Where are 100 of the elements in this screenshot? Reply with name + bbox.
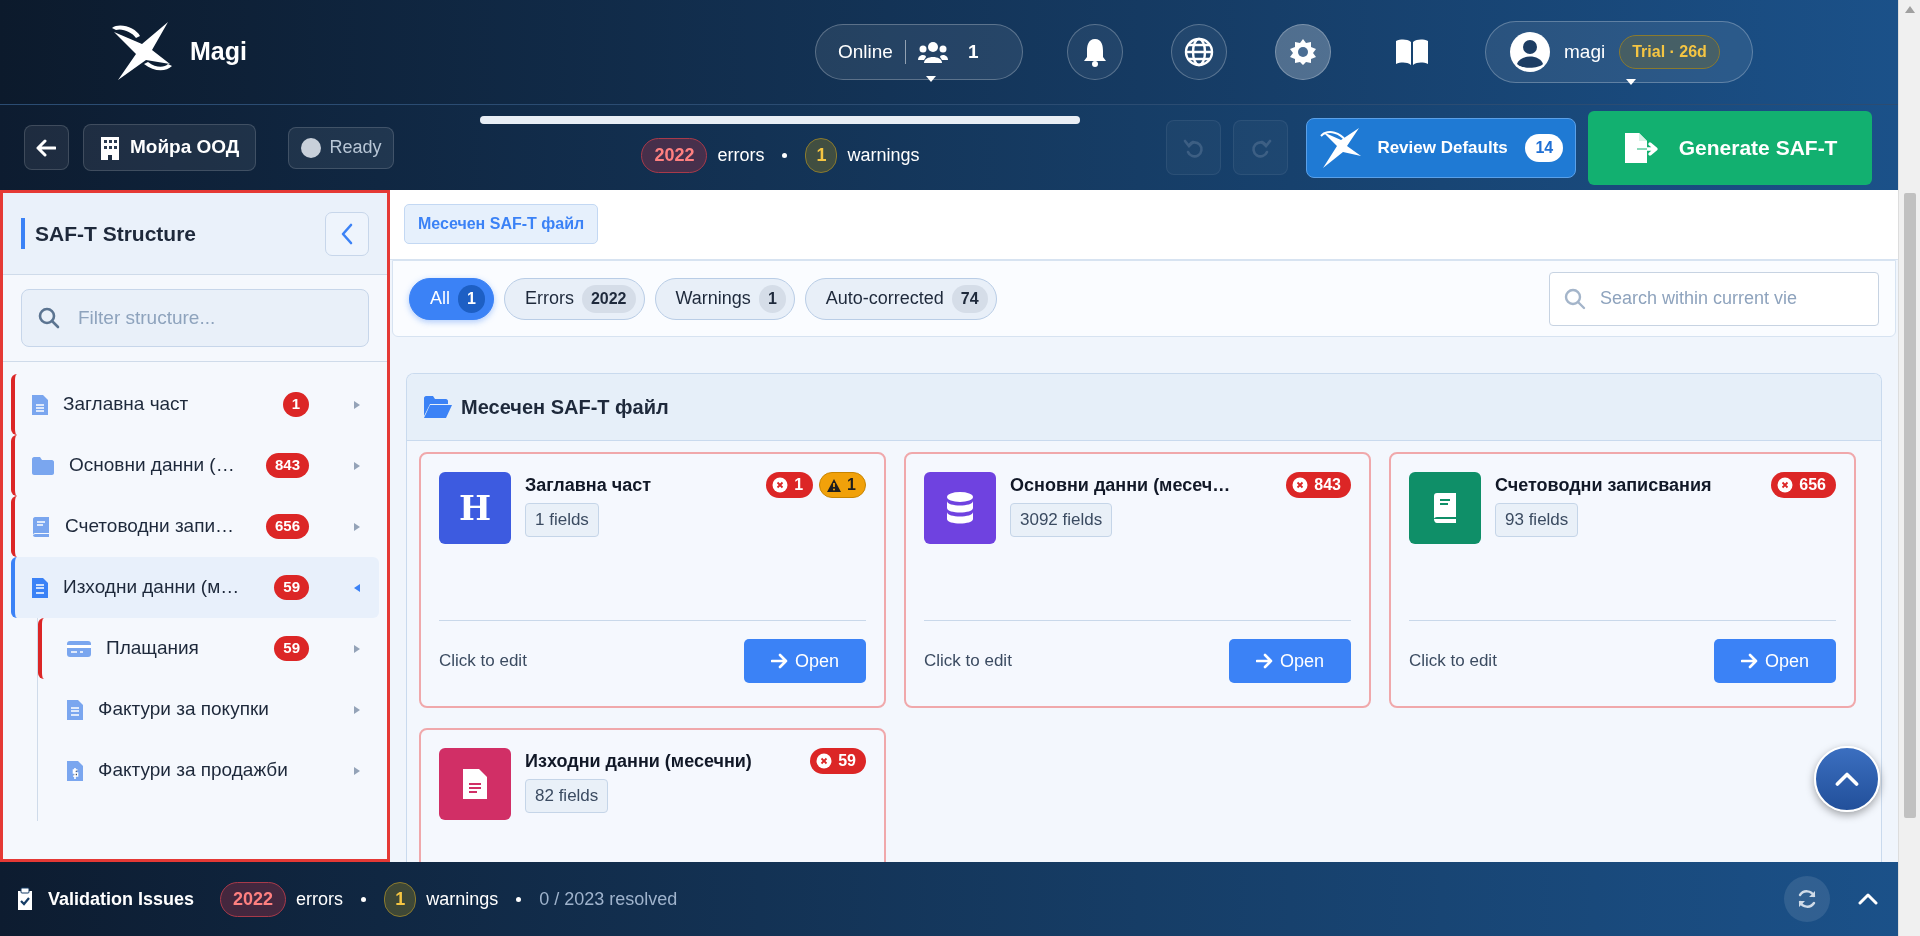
- clipboard-check-icon: [16, 887, 34, 911]
- company-button[interactable]: Мойра ООД: [83, 124, 257, 171]
- monogram-icon: H: [439, 472, 511, 544]
- book-icon[interactable]: [1395, 38, 1429, 66]
- language-button[interactable]: [1171, 24, 1227, 80]
- error-count: 843: [265, 453, 309, 478]
- caret-icon[interactable]: [353, 765, 361, 776]
- error-icon: [816, 753, 833, 769]
- scroll-up-arrow-icon[interactable]: [1904, 6, 1915, 13]
- invoice-icon: [66, 759, 84, 782]
- hint-text: Click to edit: [1409, 650, 1497, 673]
- count-badge: 1: [758, 284, 786, 313]
- warnings-label: warnings: [847, 144, 920, 167]
- warning-icon: [826, 477, 843, 493]
- review-defaults-button[interactable]: Review Defaults 14: [1306, 117, 1577, 178]
- warnings-label: warnings: [426, 887, 499, 911]
- presence-menu[interactable]: Online 1: [815, 24, 1023, 80]
- card-title: Заглавна част: [525, 474, 652, 497]
- scrollbar[interactable]: [1898, 0, 1920, 936]
- filter-tab[interactable]: Auto-corrected 74: [804, 277, 997, 320]
- arrow-right-icon: [1255, 653, 1274, 669]
- warning-count: 1: [805, 138, 838, 173]
- brand-name: Magi: [190, 36, 247, 68]
- search-icon: [38, 307, 60, 329]
- errors-label: errors: [296, 887, 344, 911]
- filter-input[interactable]: Filter structure...: [76, 302, 352, 334]
- error-count: 59: [274, 636, 309, 661]
- open-button[interactable]: Open: [744, 639, 866, 683]
- refresh-icon: [1796, 888, 1818, 910]
- settings-icon: [1289, 38, 1317, 66]
- tree-item[interactable]: Заглавна част 1: [11, 374, 379, 435]
- filter-tab[interactable]: Errors 2022: [503, 277, 645, 320]
- settings-button[interactable]: [1275, 24, 1331, 80]
- status-indicator: Ready: [288, 126, 395, 169]
- filter-tab[interactable]: Warnings 1: [654, 277, 795, 320]
- status-dot-icon: [301, 137, 322, 158]
- credit-card-icon: [66, 638, 92, 659]
- resolved-count: 0 / 2023 resolved: [539, 887, 678, 911]
- chevron-up-icon[interactable]: [1835, 771, 1859, 787]
- tree-item[interactable]: Фактури за покупки: [38, 679, 379, 740]
- globe-icon: [1184, 37, 1214, 67]
- error-badge: 1: [766, 472, 814, 498]
- back-arrow-icon: [36, 138, 57, 157]
- document-icon: [31, 393, 49, 416]
- caret-icon[interactable]: [353, 460, 361, 471]
- panel-title: Validation Issues: [48, 887, 195, 911]
- caret-icon[interactable]: [353, 582, 361, 593]
- caret-icon[interactable]: [353, 704, 361, 715]
- users-icon: [917, 41, 948, 63]
- arrow-right-icon: [770, 653, 789, 669]
- error-count: 59: [274, 575, 309, 600]
- document-icon: [31, 576, 49, 599]
- tree-item[interactable]: Основни данни (… 843: [11, 435, 379, 496]
- back-button[interactable]: [24, 125, 69, 170]
- trial-badge: Trial · 26d: [1619, 35, 1720, 69]
- hint-text: Click to edit: [924, 650, 1012, 673]
- error-count: 2022: [220, 881, 287, 917]
- tree-item[interactable]: Изходни данни (м… 59: [11, 557, 379, 618]
- section-card[interactable]: Основни данни (месеч… 3092 fields 843 Click to edit Open: [904, 452, 1371, 708]
- count-badge: 1: [458, 284, 485, 313]
- card-title: Счетоводни записвания: [1495, 474, 1712, 497]
- warning-badge: 1: [819, 472, 866, 498]
- warning-count: 1: [384, 881, 417, 917]
- bell-icon: [1082, 37, 1108, 67]
- count-badge: 74: [951, 284, 988, 313]
- tree-item[interactable]: Фактури за продажби: [38, 740, 379, 801]
- avatar-icon: [1510, 32, 1550, 72]
- open-button[interactable]: Open: [1714, 639, 1836, 683]
- collapse-button[interactable]: [325, 211, 369, 256]
- section-card[interactable]: Изходни данни (месечни) 82 fields 59: [419, 728, 886, 862]
- document-icon: [462, 768, 488, 800]
- search-field[interactable]: Search within current vie: [1549, 271, 1879, 326]
- caret-icon[interactable]: [353, 643, 361, 654]
- card-title: Изходни данни (месечни): [525, 750, 752, 773]
- filter-field[interactable]: Filter structure...: [21, 289, 369, 347]
- user-menu[interactable]: magi Trial · 26d: [1485, 21, 1753, 83]
- open-button[interactable]: Open: [1229, 639, 1351, 683]
- caret-icon[interactable]: [353, 521, 361, 532]
- document-icon: [66, 698, 84, 721]
- filter-tab[interactable]: All 1: [409, 277, 494, 320]
- refresh-button[interactable]: [1784, 876, 1830, 922]
- expand-icon[interactable]: [1858, 893, 1878, 905]
- section-card[interactable]: H Заглавна част 1 fields 1 1 Click to edit Open: [419, 452, 886, 708]
- caret-icon[interactable]: [353, 399, 361, 410]
- database-icon: [945, 491, 975, 525]
- panel-title: SAF-T Structure: [21, 217, 196, 250]
- arrow-right-icon: [1740, 653, 1759, 669]
- count-badge: 2022: [581, 284, 636, 313]
- book-icon: [31, 515, 51, 538]
- notifications-button[interactable]: [1067, 24, 1123, 80]
- caret-icon: [1626, 79, 1636, 85]
- card-title: Основни данни (месеч…: [1010, 474, 1231, 497]
- field-count: 3092 fields: [1010, 503, 1113, 537]
- error-count: 656: [265, 514, 309, 539]
- tree-item[interactable]: Плащания 59: [38, 618, 379, 679]
- hint-text: Click to edit: [439, 650, 527, 673]
- field-count: 82 fields: [525, 779, 609, 813]
- error-icon: [1292, 477, 1309, 493]
- section-card[interactable]: Счетоводни записвания 93 fields 656 Click to edit Open: [1389, 452, 1856, 708]
- field-count: 93 fields: [1495, 503, 1579, 537]
